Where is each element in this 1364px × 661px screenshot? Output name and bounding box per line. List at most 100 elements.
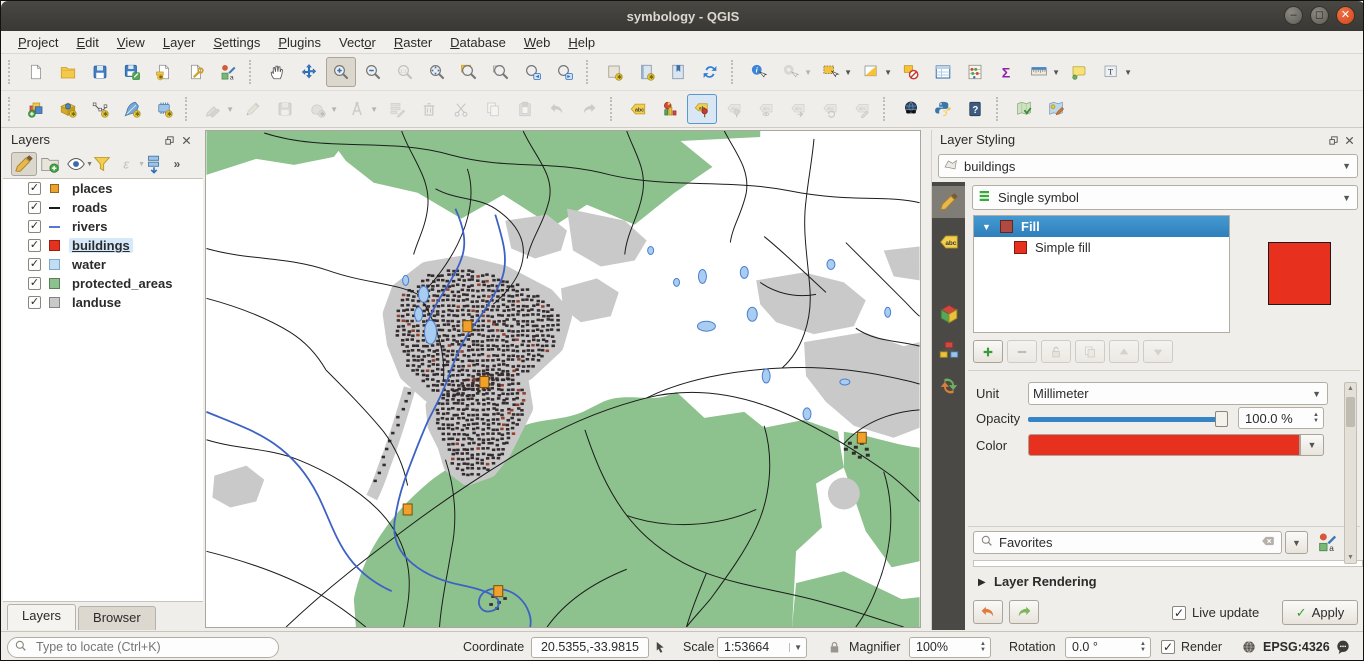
current-edits-button[interactable]: ▼: [198, 94, 228, 124]
measure-button[interactable]: ▼: [1024, 57, 1054, 87]
dropdown-arrow-icon[interactable]: ▼: [844, 68, 852, 77]
filter-by-expression-button[interactable]: ε▼: [115, 152, 141, 176]
panel-close-icon[interactable]: [181, 134, 194, 147]
move-symbol-down-button[interactable]: [1143, 340, 1173, 363]
tab-layers[interactable]: Layers: [7, 604, 76, 630]
title-bar[interactable]: symbology - QGIS – ◻ ✕: [1, 1, 1364, 31]
style-manager-button[interactable]: a: [213, 57, 243, 87]
crs-globe-icon[interactable]: [1241, 632, 1257, 661]
new-spatialite-layer-button[interactable]: ✱: [117, 94, 147, 124]
styling-layer-selector[interactable]: buildings ▼: [938, 154, 1358, 178]
layer-visibility-checkbox[interactable]: ✓: [28, 201, 41, 214]
open-project-button[interactable]: [53, 57, 83, 87]
new-geopackage-layer-button[interactable]: ✱: [53, 94, 83, 124]
opacity-slider[interactable]: [1028, 417, 1225, 422]
layer-name[interactable]: buildings: [69, 238, 133, 253]
undo-button[interactable]: [542, 94, 572, 124]
lock-symbol-color-button[interactable]: [1041, 340, 1071, 363]
pan-map-button[interactable]: [262, 57, 292, 87]
toolbar-drag-handle[interactable]: [249, 60, 256, 84]
dropdown-arrow-icon[interactable]: ▼: [370, 105, 378, 114]
tab-history[interactable]: [932, 370, 965, 402]
redo-button[interactable]: [574, 94, 604, 124]
live-update-checkbox[interactable]: ✓: [1172, 606, 1186, 620]
spinner-arrows-icon[interactable]: ▲▼: [1309, 412, 1323, 424]
scroll-up-icon[interactable]: ▲: [1345, 385, 1356, 392]
pan-to-selection-button[interactable]: [294, 57, 324, 87]
style-undo-button[interactable]: [973, 600, 1003, 624]
spinner-arrows-icon[interactable]: ▲▼: [976, 641, 990, 653]
toolbar-drag-handle[interactable]: [586, 60, 593, 84]
new-project-button[interactable]: [21, 57, 51, 87]
layer-name[interactable]: roads: [69, 200, 110, 215]
plugin-icon-2-button[interactable]: [1041, 94, 1071, 124]
python-console-button[interactable]: [928, 94, 958, 124]
scroll-down-icon[interactable]: ▼: [1345, 554, 1356, 561]
pin-unpin-labels-button[interactable]: abc: [719, 94, 749, 124]
rotate-label-button[interactable]: abc: [815, 94, 845, 124]
layer-name[interactable]: protected_areas: [69, 276, 175, 291]
open-field-calculator-button[interactable]: [960, 57, 990, 87]
panel-float-icon[interactable]: [1328, 134, 1341, 147]
layer-item-protected_areas[interactable]: ✓protected_areas: [3, 274, 203, 293]
move-label-button[interactable]: abc: [783, 94, 813, 124]
scale-combobox[interactable]: 1:53664▼: [717, 637, 807, 658]
menu-vector[interactable]: Vector: [330, 33, 385, 52]
modify-attributes-button[interactable]: [382, 94, 412, 124]
zoom-to-selection-button[interactable]: [454, 57, 484, 87]
spinner-arrows-icon[interactable]: ▲▼: [1136, 641, 1150, 653]
show-layout-manager-button[interactable]: [181, 57, 211, 87]
new-spatial-bookmark-button[interactable]: ✱: [631, 57, 661, 87]
plugin-icon-1-button[interactable]: [1009, 94, 1039, 124]
style-manager-button[interactable]: a: [1316, 531, 1340, 555]
tab-labels[interactable]: abc: [932, 226, 965, 258]
delete-selected-button[interactable]: [414, 94, 444, 124]
minimize-button[interactable]: –: [1284, 6, 1303, 25]
select-features-button[interactable]: ▼: [816, 57, 846, 87]
symbol-tree-item-fill[interactable]: ▼Fill: [974, 216, 1229, 237]
new-map-view-button[interactable]: ✱: [599, 57, 629, 87]
renderer-selector[interactable]: Single symbol ▼: [972, 185, 1358, 210]
text-annotation-button[interactable]: T▼: [1096, 57, 1126, 87]
filter-legend-button[interactable]: [89, 152, 115, 176]
dropdown-arrow-icon[interactable]: ▼: [330, 105, 338, 114]
menu-web[interactable]: Web: [515, 33, 560, 52]
tab-symbology[interactable]: [932, 186, 965, 218]
layer-visibility-checkbox[interactable]: ✓: [28, 258, 41, 271]
style-redo-button[interactable]: [1009, 600, 1039, 624]
messages-icon[interactable]: [1335, 632, 1351, 661]
rotation-spinbox[interactable]: 0.0 °▲▼: [1065, 637, 1151, 658]
new-virtual-layer-button[interactable]: ✱: [149, 94, 179, 124]
menu-edit[interactable]: Edit: [67, 33, 107, 52]
layer-item-roads[interactable]: ✓ roads: [3, 198, 203, 217]
toolbar-drag-handle[interactable]: [8, 60, 15, 84]
panel-close-icon[interactable]: [1344, 134, 1357, 147]
change-label-button[interactable]: abc: [847, 94, 877, 124]
layer-name[interactable]: water: [69, 257, 109, 272]
layer-visibility-checkbox[interactable]: ✓: [28, 296, 41, 309]
deselect-all-button[interactable]: [896, 57, 926, 87]
copy-features-button[interactable]: [478, 94, 508, 124]
layer-visibility-checkbox[interactable]: ✓: [28, 239, 41, 252]
layer-diagram-options-button[interactable]: [655, 94, 685, 124]
add-symbol-layer-button[interactable]: [973, 340, 1003, 363]
layer-item-places[interactable]: ✓places: [3, 179, 203, 198]
menu-database[interactable]: Database: [441, 33, 515, 52]
close-button[interactable]: ✕: [1336, 6, 1355, 25]
menu-settings[interactable]: Settings: [204, 33, 269, 52]
layer-item-water[interactable]: ✓ water: [3, 255, 203, 274]
favorites-dropdown-button[interactable]: ▼: [1285, 531, 1308, 554]
menu-view[interactable]: View: [108, 33, 154, 52]
zoom-out-button[interactable]: [358, 57, 388, 87]
render-checkbox[interactable]: ✓: [1161, 640, 1175, 654]
dropdown-arrow-icon[interactable]: ▼: [884, 68, 892, 77]
metasearch-button[interactable]: [896, 94, 926, 124]
scrollbar-thumb[interactable]: [1346, 397, 1355, 427]
toolbar-drag-handle[interactable]: [883, 97, 890, 121]
layer-labeling-options-button[interactable]: abc: [623, 94, 653, 124]
new-print-layout-button[interactable]: ✱: [149, 57, 179, 87]
identify-features-button[interactable]: i: [744, 57, 774, 87]
opacity-slider-handle[interactable]: [1215, 411, 1228, 427]
locator-input[interactable]: [34, 639, 254, 655]
zoom-full-button[interactable]: [422, 57, 452, 87]
